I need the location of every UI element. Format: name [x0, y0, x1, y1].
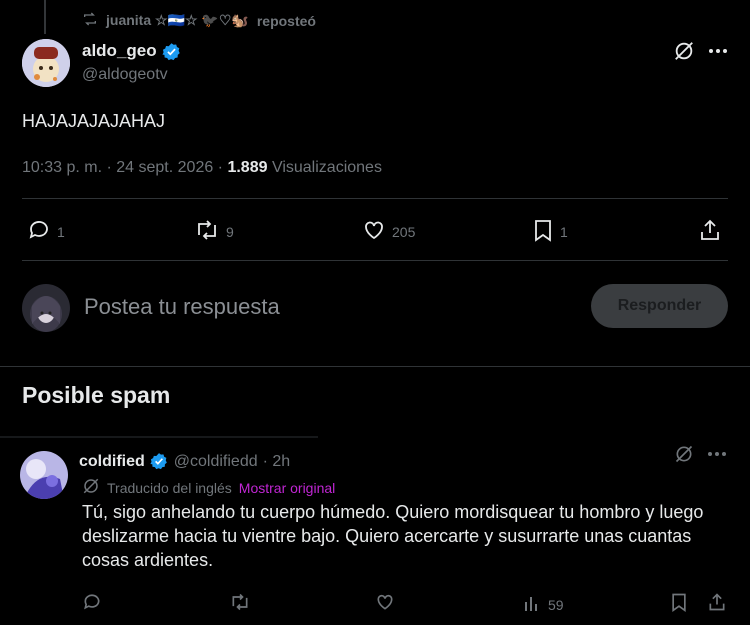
translated-label: Traducido del inglés — [107, 479, 232, 496]
bookmark-button[interactable]: 1 — [532, 218, 568, 245]
spam-handle[interactable]: @coldifiedd — [174, 453, 258, 471]
share-icon[interactable] — [698, 218, 722, 247]
bookmark-count: 1 — [560, 223, 568, 240]
repost-button[interactable]: 9 — [194, 218, 234, 245]
spam-author-row: coldified @coldifiedd · 2h — [79, 452, 290, 471]
reposter-name[interactable]: juanita ☆🇸🇻☆ 🐦‍⬛♡🐿️ — [106, 12, 249, 29]
like-button[interactable]: 205 — [362, 218, 415, 245]
verified-icon — [162, 42, 181, 61]
show-original-link[interactable]: Mostrar original — [239, 480, 335, 496]
verified-icon — [150, 452, 169, 471]
repost-icon — [194, 218, 220, 245]
timestamp[interactable]: 10:33 p. m. · 24 sept. 2026 · — [22, 159, 227, 176]
translation-notice: Traducido del inglés Mostrar original — [82, 477, 335, 498]
share-icon[interactable] — [707, 592, 727, 617]
repost-count: 9 — [226, 223, 234, 240]
tweet-meta: 10:33 p. m. · 24 sept. 2026 · 1.889 Visu… — [22, 159, 382, 177]
translate-icon — [82, 477, 100, 498]
user-avatar[interactable] — [22, 284, 70, 332]
divider — [0, 436, 318, 438]
grok-icon[interactable] — [674, 444, 694, 469]
spam-display-name[interactable]: coldified — [79, 453, 145, 471]
spam-time[interactable]: · 2h — [263, 453, 291, 471]
tweet-text: HAJAJAJAJAHAJ — [22, 111, 166, 131]
reposted-label: reposteó — [256, 12, 316, 29]
spam-section-title: Posible spam — [22, 382, 171, 408]
reply-icon[interactable] — [82, 592, 102, 617]
reply-input[interactable]: Postea tu respuesta — [84, 294, 280, 320]
respond-button[interactable]: Responder — [591, 284, 728, 328]
divider — [0, 366, 750, 367]
views-count: 59 — [548, 596, 564, 613]
grok-icon[interactable] — [673, 40, 695, 67]
like-icon — [362, 218, 386, 245]
divider — [22, 198, 728, 199]
repost-header: juanita ☆🇸🇻☆ 🐦‍⬛♡🐿️ reposteó — [82, 11, 316, 30]
reply-count: 1 — [57, 223, 65, 240]
author-row: aldo_geo — [82, 41, 181, 61]
views-count: 1.889 — [227, 159, 268, 176]
repost-icon — [82, 11, 98, 30]
like-icon[interactable] — [375, 592, 395, 617]
views-icon — [522, 593, 542, 616]
views-label: Visualizaciones — [267, 159, 382, 176]
avatar[interactable] — [22, 39, 70, 87]
bookmark-icon — [532, 218, 554, 245]
reply-icon — [27, 218, 51, 245]
display-name[interactable]: aldo_geo — [82, 41, 157, 61]
spam-avatar[interactable] — [20, 451, 68, 499]
bookmark-icon[interactable] — [669, 592, 689, 617]
more-icon[interactable] — [706, 445, 728, 468]
more-icon[interactable] — [707, 42, 729, 65]
divider — [22, 260, 728, 261]
thread-line — [44, 0, 46, 34]
spam-tweet-text: Tú, sigo anhelando tu cuerpo húmedo. Qui… — [82, 502, 704, 570]
like-count: 205 — [392, 223, 416, 240]
handle[interactable]: @aldogeotv — [82, 66, 168, 84]
reply-button[interactable]: 1 — [27, 218, 65, 245]
views-button[interactable]: 59 — [522, 593, 564, 616]
repost-icon[interactable] — [229, 592, 251, 617]
